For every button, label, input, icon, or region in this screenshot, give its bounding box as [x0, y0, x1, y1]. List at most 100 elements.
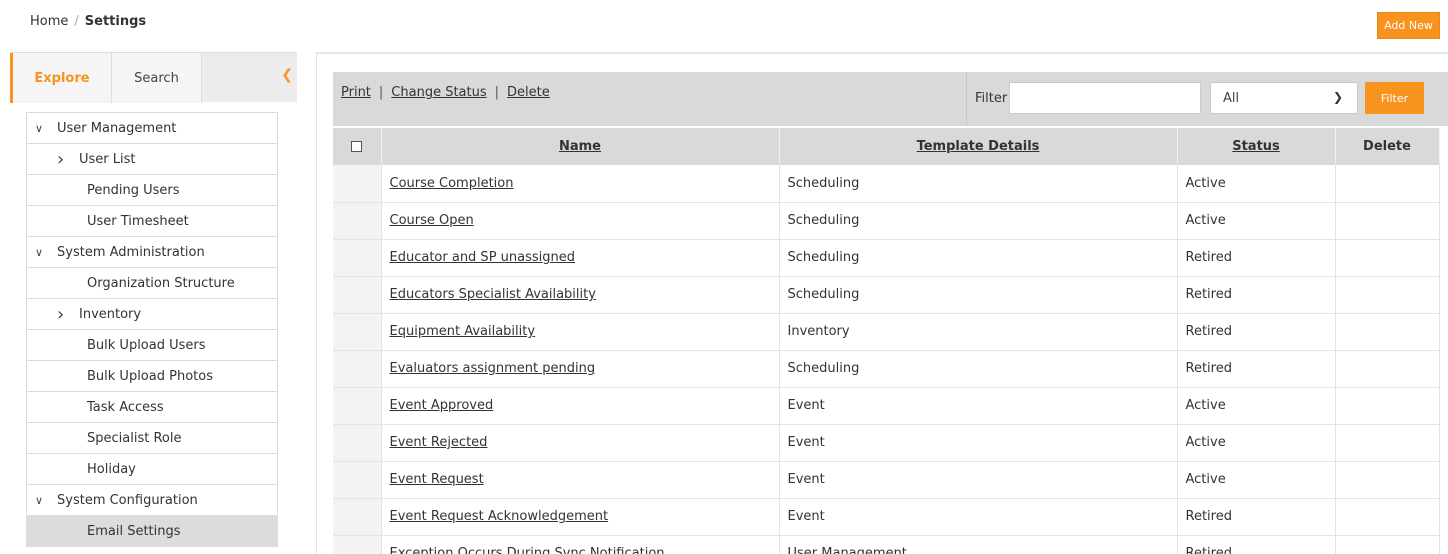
tree-item-specialist-role[interactable]: Specialist Role — [27, 423, 277, 454]
delete-cell — [1335, 165, 1440, 203]
tab-search[interactable]: Search — [111, 53, 202, 103]
breadcrumb-home[interactable]: Home — [30, 14, 68, 29]
tree-item-user-list[interactable]: › User List — [27, 144, 277, 175]
add-new-button[interactable]: Add New — [1377, 12, 1440, 39]
chevron-down-icon: ❯ — [1332, 90, 1343, 104]
template-name-link[interactable]: Exception Occurs During Sync Notificatio… — [390, 546, 665, 554]
tree-item-bulk-upload-photos[interactable]: Bulk Upload Photos — [27, 361, 277, 392]
row-select-cell[interactable] — [333, 202, 382, 240]
select-all-checkbox[interactable] — [351, 141, 363, 152]
tree-item-label: Bulk Upload Users — [87, 337, 206, 353]
delete-link[interactable]: Delete — [507, 85, 550, 100]
template-name-link[interactable]: Educators Specialist Availability — [390, 287, 596, 302]
table-row: Event Approved Event Active — [333, 387, 1440, 425]
table-row: Exception Occurs During Sync Notificatio… — [333, 535, 1440, 554]
column-header-status[interactable]: Status — [1177, 128, 1336, 165]
tree-item-pending-users[interactable]: Pending Users — [27, 175, 277, 206]
template-name-link[interactable]: Event Rejected — [390, 435, 488, 450]
delete-cell — [1335, 424, 1440, 462]
toolbar-actions: Print | Change Status | Delete — [341, 85, 550, 100]
table-row: Event Request Event Active — [333, 461, 1440, 499]
template-details-cell: Event — [779, 498, 1178, 536]
tab-explore[interactable]: Explore — [10, 53, 111, 103]
chevron-down-icon: ∨ — [35, 121, 44, 135]
tree-item-label: Bulk Upload Photos — [87, 368, 213, 384]
table-row: Event Request Acknowledgement Event Retire… — [333, 498, 1440, 536]
chevron-right-icon: › — [57, 148, 65, 170]
filter-input[interactable] — [1009, 82, 1201, 114]
breadcrumb-current: Settings — [84, 14, 147, 29]
row-select-cell[interactable] — [333, 239, 382, 277]
row-select-cell[interactable] — [333, 387, 382, 425]
tree-item-bulk-upload-users[interactable]: Bulk Upload Users — [27, 330, 277, 361]
name-cell: Event Approved — [381, 387, 780, 425]
template-name-link[interactable]: Event Request Acknowledgement — [390, 509, 609, 524]
table-header-row: Name Template Details Status Delete — [333, 128, 1440, 165]
column-header-template-details[interactable]: Template Details — [779, 128, 1178, 165]
chevron-left-icon[interactable]: ❮ — [281, 67, 293, 83]
status-select[interactable]: All ❯ — [1210, 82, 1358, 114]
tree-item-email-settings[interactable]: Email Settings — [27, 516, 277, 547]
tree-item-organization-structure[interactable]: Organization Structure — [27, 268, 277, 299]
tree-item-holiday[interactable]: Holiday — [27, 454, 277, 485]
template-details-cell: Scheduling — [779, 276, 1178, 314]
row-select-cell[interactable] — [333, 424, 382, 462]
filter-button[interactable]: Filter — [1365, 82, 1424, 114]
name-cell: Equipment Availability — [381, 313, 780, 351]
email-templates-table: Name Template Details Status Delete Cour… — [333, 128, 1440, 554]
template-name-link[interactable]: Event Request — [390, 472, 484, 487]
delete-cell — [1335, 276, 1440, 314]
table-row: Course Completion Scheduling Active — [333, 165, 1440, 203]
status-cell: Retired — [1177, 350, 1336, 388]
column-header-name[interactable]: Name — [381, 128, 780, 165]
tree-item-label: System Administration — [57, 244, 205, 260]
filter-label: Filter — [975, 91, 1008, 106]
name-cell: Evaluators assignment pending — [381, 350, 780, 388]
template-name-link[interactable]: Educator and SP unassigned — [390, 250, 576, 265]
name-cell: Event Rejected — [381, 424, 780, 462]
name-cell: Course Completion — [381, 165, 780, 203]
action-separator: | — [378, 85, 384, 100]
row-select-cell[interactable] — [333, 498, 382, 536]
tree-item-system-configuration[interactable]: ∨ System Configuration — [27, 485, 277, 516]
tree-item-task-access[interactable]: Task Access — [27, 392, 277, 423]
status-cell: Retired — [1177, 313, 1336, 351]
change-status-link[interactable]: Change Status — [391, 85, 486, 100]
template-name-link[interactable]: Course Completion — [390, 176, 514, 191]
template-name-link[interactable]: Event Approved — [390, 398, 494, 413]
row-select-cell[interactable] — [333, 535, 382, 554]
status-cell: Retired — [1177, 535, 1336, 554]
print-link[interactable]: Print — [341, 85, 371, 100]
chevron-right-icon: › — [57, 303, 65, 325]
chevron-down-icon: ∨ — [35, 245, 44, 259]
template-name-link[interactable]: Evaluators assignment pending — [390, 361, 596, 376]
delete-cell — [1335, 313, 1440, 351]
tree-item-label: Specialist Role — [87, 430, 182, 446]
row-select-cell[interactable] — [333, 276, 382, 314]
tree-item-inventory[interactable]: › Inventory — [27, 299, 277, 330]
main-panel: Print | Change Status | Delete Filter All ❯ … — [316, 52, 1448, 554]
row-select-cell[interactable] — [333, 350, 382, 388]
template-name-link[interactable]: Course Open — [390, 213, 474, 228]
status-cell: Active — [1177, 202, 1336, 240]
tree-item-label: System Configuration — [57, 492, 198, 508]
tree-item-label: User List — [79, 151, 136, 167]
table-row: Educators Specialist Availability Schedul… — [333, 276, 1440, 314]
breadcrumb: Home / Settings — [30, 14, 146, 29]
row-select-cell[interactable] — [333, 165, 382, 203]
table-row: Equipment Availability Inventory Retired — [333, 313, 1440, 351]
tree-item-user-management[interactable]: ∨ User Management — [27, 113, 277, 144]
table-row: Evaluators assignment pending Scheduling R… — [333, 350, 1440, 388]
row-select-cell[interactable] — [333, 461, 382, 499]
template-name-link[interactable]: Equipment Availability — [390, 324, 536, 339]
tree-item-system-administration[interactable]: ∨ System Administration — [27, 237, 277, 268]
row-select-cell[interactable] — [333, 313, 382, 351]
template-details-cell: Scheduling — [779, 202, 1178, 240]
select-all-header — [333, 128, 382, 165]
delete-cell — [1335, 387, 1440, 425]
tree-item-label: User Management — [57, 120, 177, 136]
table-row: Educator and SP unassigned Scheduling Reti… — [333, 239, 1440, 277]
action-separator: | — [494, 85, 500, 100]
tree-item-user-timesheet[interactable]: User Timesheet — [27, 206, 277, 237]
table-row: Course Open Scheduling Active — [333, 202, 1440, 240]
